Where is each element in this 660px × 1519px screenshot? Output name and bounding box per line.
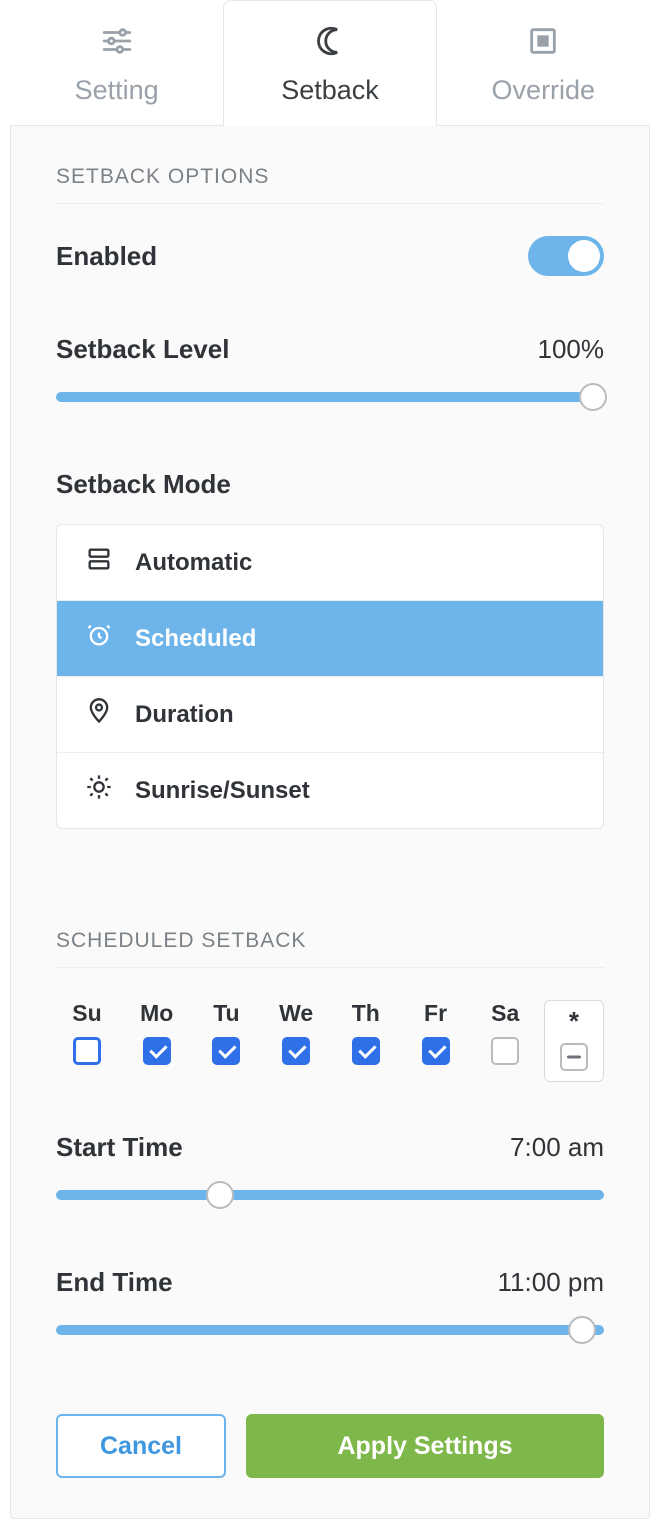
button-label: Cancel [100, 1432, 182, 1461]
mode-list: Automatic Scheduled [56, 524, 604, 829]
moon-icon [313, 24, 347, 65]
tab-bar: Setting Setback Override [0, 0, 660, 126]
mode-automatic[interactable]: Automatic [57, 525, 603, 601]
mode-scheduled[interactable]: Scheduled [57, 601, 603, 677]
start-time-slider[interactable] [56, 1181, 604, 1209]
day-fr: Fr [405, 1000, 467, 1065]
day-sa: Sa [474, 1000, 536, 1065]
alarm-icon [85, 621, 113, 656]
tab-label: Override [492, 75, 596, 106]
day-label: Mo [140, 1000, 173, 1027]
server-icon [85, 545, 113, 580]
day-th: Th [335, 1000, 397, 1065]
day-we: We [265, 1000, 327, 1065]
tab-setback[interactable]: Setback [223, 0, 436, 126]
mode-sunrise-sunset[interactable]: Sunrise/Sunset [57, 753, 603, 828]
tab-override[interactable]: Override [437, 0, 650, 126]
day-checkbox-th[interactable] [352, 1037, 380, 1065]
day-selector: Su Mo Tu We Th Fr Sa * [56, 1000, 604, 1082]
end-time-value: 11:00 pm [498, 1267, 604, 1298]
end-time-label: End Time [56, 1267, 173, 1298]
section-title-scheduled-setback: SCHEDULED SETBACK [56, 929, 604, 968]
tab-label: Setback [281, 75, 379, 106]
day-label: Tu [213, 1000, 239, 1027]
day-tu: Tu [195, 1000, 257, 1065]
override-icon [526, 24, 560, 65]
day-label: Th [352, 1000, 380, 1027]
setback-mode-label: Setback Mode [56, 469, 604, 500]
setback-level-value: 100% [538, 334, 605, 365]
setback-panel: SETBACK OPTIONS Enabled Setback Level 10… [10, 125, 650, 1519]
enabled-label: Enabled [56, 241, 157, 272]
day-label: We [279, 1000, 313, 1027]
day-checkbox-we[interactable] [282, 1037, 310, 1065]
sun-icon [85, 773, 113, 808]
tab-setting[interactable]: Setting [10, 0, 223, 126]
asterisk-icon: * [569, 1009, 579, 1033]
day-checkbox-su[interactable] [73, 1037, 101, 1065]
day-checkbox-all[interactable] [560, 1043, 588, 1071]
setback-level-label: Setback Level [56, 334, 229, 365]
day-checkbox-sa[interactable] [491, 1037, 519, 1065]
tab-label: Setting [75, 75, 159, 106]
start-time-value: 7:00 am [510, 1132, 604, 1163]
day-checkbox-mo[interactable] [143, 1037, 171, 1065]
day-su: Su [56, 1000, 118, 1065]
sliders-icon [100, 24, 134, 65]
day-label: Sa [491, 1000, 519, 1027]
setback-level-slider[interactable] [56, 383, 604, 411]
mode-label: Scheduled [135, 625, 256, 653]
button-label: Apply Settings [337, 1432, 512, 1461]
mode-label: Automatic [135, 549, 252, 577]
start-time-label: Start Time [56, 1132, 183, 1163]
apply-settings-button[interactable]: Apply Settings [246, 1414, 604, 1478]
location-icon [85, 697, 113, 732]
enabled-toggle[interactable] [528, 236, 604, 276]
mode-duration[interactable]: Duration [57, 677, 603, 753]
day-all: * [544, 1000, 604, 1082]
end-time-slider[interactable] [56, 1316, 604, 1344]
mode-label: Sunrise/Sunset [135, 777, 310, 805]
day-label: Su [72, 1000, 101, 1027]
day-mo: Mo [126, 1000, 188, 1065]
day-checkbox-fr[interactable] [422, 1037, 450, 1065]
cancel-button[interactable]: Cancel [56, 1414, 226, 1478]
mode-label: Duration [135, 701, 234, 729]
section-title-setback-options: SETBACK OPTIONS [56, 165, 604, 204]
day-checkbox-tu[interactable] [212, 1037, 240, 1065]
day-label: Fr [424, 1000, 447, 1027]
